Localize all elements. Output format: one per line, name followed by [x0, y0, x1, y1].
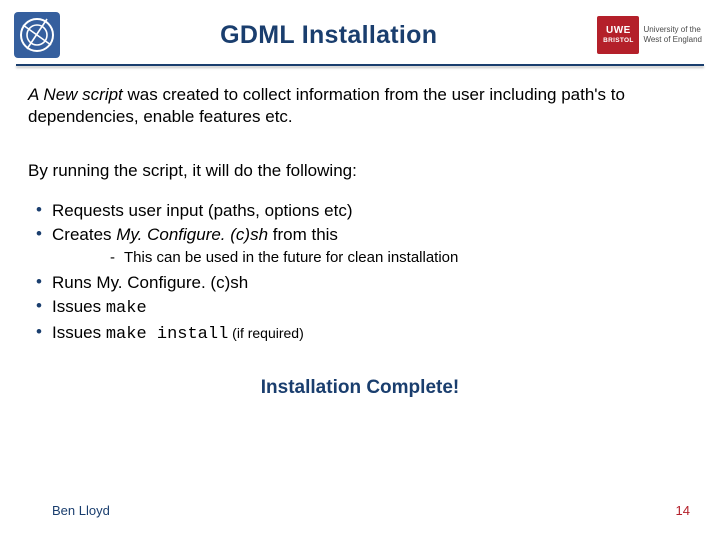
bullet-1: Requests user input (paths, options etc)	[36, 200, 692, 222]
uwe-line2: West of England	[643, 35, 702, 45]
sub-bullet-1: This can be used in the future for clean…	[110, 248, 692, 268]
footer-page-number: 14	[676, 503, 690, 518]
bullet-3: Runs My. Configure. (c)sh	[36, 272, 692, 294]
bullet-list: Requests user input (paths, options etc)…	[36, 200, 692, 346]
slide-footer: Ben Lloyd 14	[0, 503, 720, 518]
uwe-badge-bottom: BRISTOL	[603, 38, 634, 45]
footer-author: Ben Lloyd	[52, 503, 110, 518]
bullet-4-mono: make	[106, 299, 147, 318]
installation-complete: Installation Complete!	[28, 376, 692, 401]
bullet-5-small: (if required)	[228, 325, 303, 341]
slide-body: A New script was created to collect info…	[0, 66, 720, 401]
cern-icon	[17, 15, 57, 55]
bullet-2-pre: Creates	[52, 225, 116, 244]
slide-title: GDML Installation	[60, 21, 597, 50]
cern-logo	[14, 12, 60, 58]
sub-bullet-list: This can be used in the future for clean…	[110, 248, 692, 268]
intro-lead-italic: A New script	[28, 85, 123, 104]
intro-paragraph: A New script was created to collect info…	[28, 84, 692, 128]
bullet-5: Issues make install (if required)	[36, 322, 692, 346]
lead-sentence: By running the script, it will do the fo…	[28, 160, 692, 182]
slide-header: GDML Installation UWE BRISTOL University…	[0, 0, 720, 62]
bullet-2-ital: My. Configure. (c)sh	[116, 225, 268, 244]
uwe-badge: UWE BRISTOL	[597, 16, 639, 54]
bullet-1-text: Requests user input (paths, options etc)	[52, 201, 353, 220]
bullet-5-mono: make install	[106, 325, 228, 344]
uwe-text: University of the West of England	[643, 25, 702, 44]
bullet-2-post: from this	[268, 225, 338, 244]
bullet-2: Creates My. Configure. (c)sh from this T…	[36, 224, 692, 268]
uwe-logo: UWE BRISTOL University of the West of En…	[597, 16, 702, 54]
uwe-line1: University of the	[643, 25, 702, 35]
uwe-badge-top: UWE	[606, 26, 631, 36]
bullet-4-pre: Issues	[52, 297, 106, 316]
bullet-5-pre: Issues	[52, 323, 106, 342]
bullet-4: Issues make	[36, 296, 692, 320]
